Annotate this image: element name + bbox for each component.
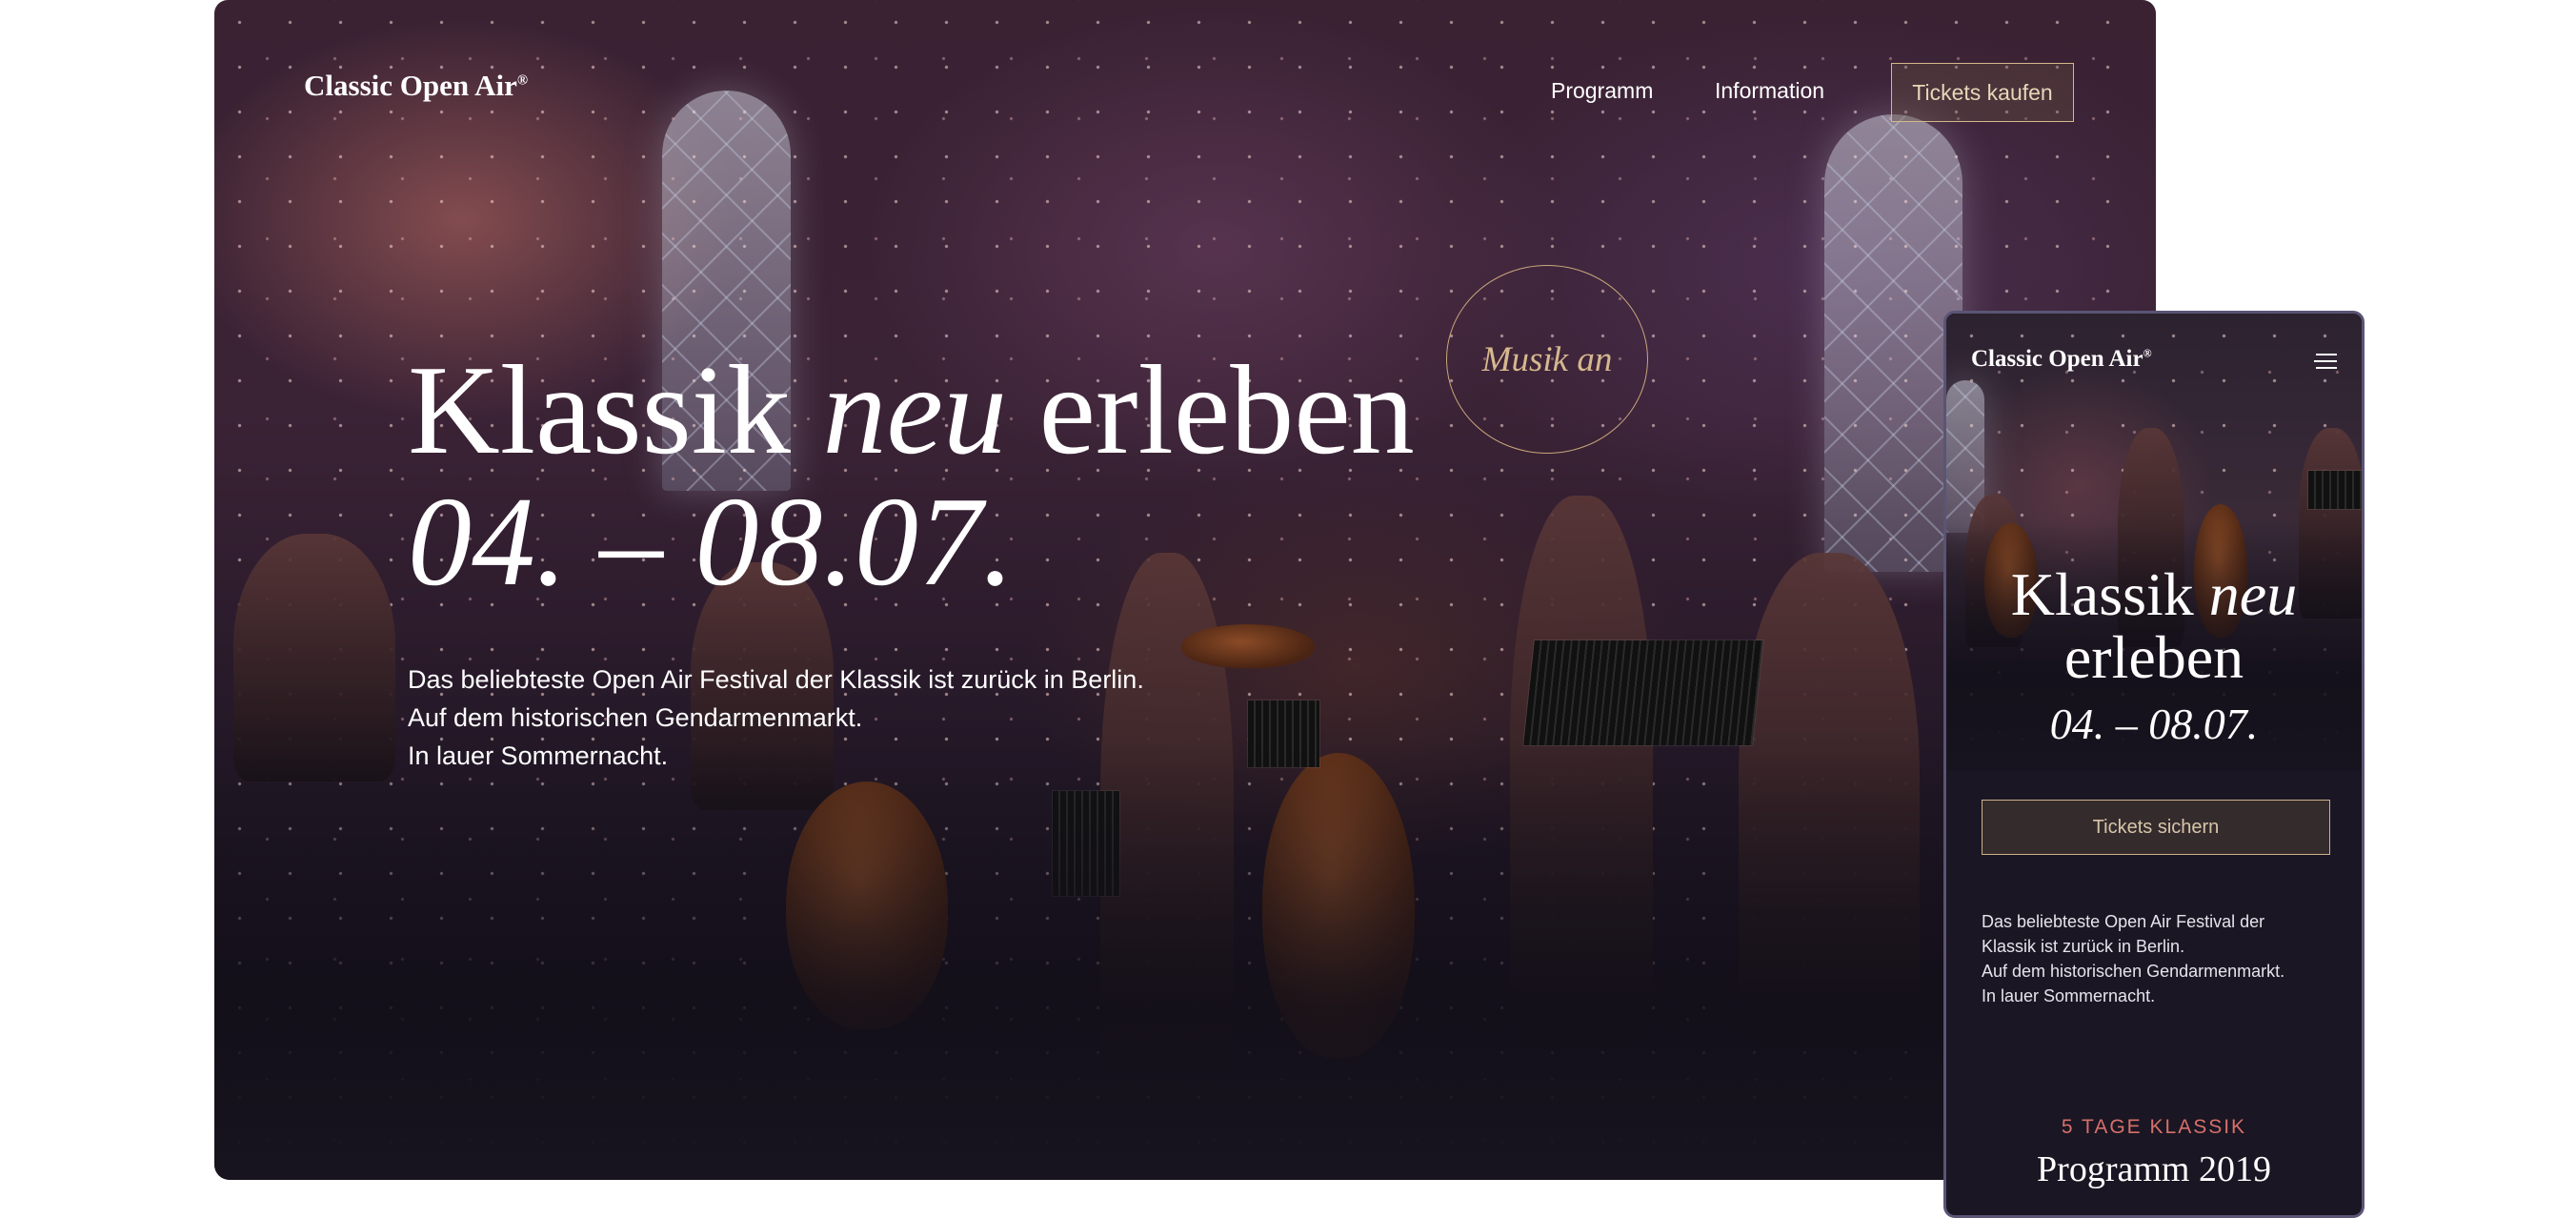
section-title-programm: Programm 2019 bbox=[2037, 1149, 2271, 1189]
intro-line: Klassik ist zurück in Berlin. bbox=[1982, 937, 2185, 956]
mobile-intro: Das beliebteste Open Air Festival der Kl… bbox=[1982, 909, 2344, 1008]
nav-link-programm[interactable]: Programm bbox=[1551, 78, 1653, 104]
hero-dates: 04. – 08.07. bbox=[408, 471, 1015, 612]
intro-line: Auf dem historischen Gendarmenmarkt. bbox=[1982, 962, 2285, 981]
music-stand bbox=[2308, 471, 2362, 509]
hero-headline: Klassik neu erleben bbox=[408, 339, 1415, 480]
intro-line: Das beliebteste Open Air Festival der bbox=[1982, 912, 2265, 931]
bottom-fade bbox=[214, 741, 2156, 1180]
site-logo[interactable]: Classic Open Air® bbox=[304, 69, 528, 103]
mobile-site-logo[interactable]: Classic Open Air® bbox=[1971, 346, 2152, 373]
tickets-sichern-button[interactable]: Tickets sichern bbox=[1982, 800, 2330, 855]
musik-an-toggle[interactable]: Musik an bbox=[1446, 265, 1648, 454]
intro-line: In lauer Sommernacht. bbox=[408, 741, 669, 770]
headline-line: Klassik neu bbox=[2010, 560, 2298, 628]
music-stand bbox=[1523, 640, 1763, 745]
intro-line: Auf dem historischen Gendarmenmarkt. bbox=[408, 703, 863, 732]
nav-link-information[interactable]: Information bbox=[1715, 78, 1824, 104]
tickets-kaufen-button[interactable]: Tickets kaufen bbox=[1891, 63, 2074, 122]
violin bbox=[1181, 624, 1315, 668]
intro-line: Das beliebteste Open Air Festival der Kl… bbox=[408, 665, 1144, 694]
headline-line: erleben bbox=[2063, 623, 2244, 691]
mobile-frame: Classic Open Air® Klassik neu erleben 04… bbox=[1943, 311, 2365, 1218]
hamburger-icon[interactable] bbox=[2314, 354, 2337, 373]
intro-line: In lauer Sommernacht. bbox=[1982, 986, 2156, 1005]
hero-intro: Das beliebteste Open Air Festival der Kl… bbox=[408, 660, 1144, 775]
section-kicker: 5 TAGE KLASSIK bbox=[2061, 1116, 2247, 1138]
desktop-hero: Classic Open Air® Programm Information T… bbox=[214, 0, 2156, 1180]
mobile-hero-dates: 04. – 08.07. bbox=[2049, 700, 2259, 748]
mobile-hero-headline: Klassik neu erleben bbox=[1946, 563, 2362, 689]
